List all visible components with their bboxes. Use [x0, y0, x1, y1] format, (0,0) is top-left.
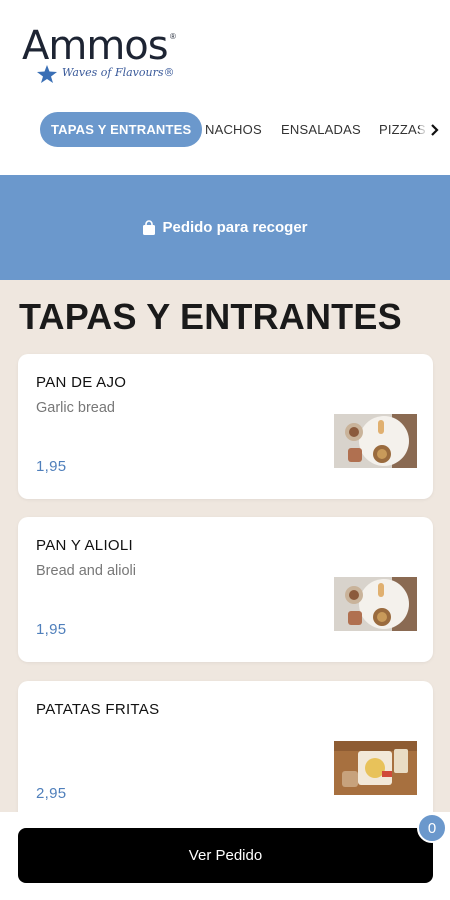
logo-wordmark: Ammos	[22, 23, 169, 69]
starfish-icon	[37, 65, 57, 83]
pickup-label: Pedido para recoger	[162, 219, 308, 236]
bottom-bar: Ver Pedido	[0, 812, 450, 900]
item-photo	[334, 577, 417, 631]
item-name: PAN DE AJO	[36, 374, 127, 391]
tab-nachos[interactable]: NACHOS	[205, 112, 262, 147]
tabs-scroll-right-button[interactable]	[420, 112, 450, 147]
shopping-bag-icon	[143, 219, 156, 235]
header: Ammos ® Waves of Flavours®	[0, 0, 450, 175]
chevron-right-icon	[431, 123, 439, 136]
item-name: PAN Y ALIOLI	[36, 537, 133, 554]
item-description: Garlic bread	[36, 400, 115, 416]
item-price: 1,95	[36, 621, 67, 638]
tab-tapas-y-entrantes[interactable]: TAPAS Y ENTRANTES	[40, 112, 203, 147]
cart-count-badge: 0	[417, 813, 447, 843]
view-order-button[interactable]: Ver Pedido	[18, 828, 433, 883]
item-photo	[334, 741, 417, 795]
item-photo	[334, 414, 417, 468]
pickup-order-banner[interactable]: Pedido para recoger	[0, 175, 450, 280]
menu-item-card[interactable]: PATATAS FRITAS 2,95	[18, 681, 433, 826]
item-name: PATATAS FRITAS	[36, 701, 160, 718]
item-description: Bread and alioli	[36, 563, 136, 579]
ammos-logo[interactable]: Ammos ® Waves of Flavours®	[22, 24, 182, 86]
tab-ensaladas[interactable]: ENSALADAS	[281, 112, 361, 147]
menu-item-card[interactable]: PAN DE AJO Garlic bread 1,95	[18, 354, 433, 499]
category-tabs: TAPAS Y ENTRANTES NACHOS ENSALADAS PIZZA…	[0, 112, 450, 148]
logo-tagline: Waves of Flavours®	[62, 66, 175, 79]
logo-registered-mark: ®	[170, 32, 176, 41]
tab-pizzas[interactable]: PIZZAS	[379, 112, 426, 147]
item-price: 2,95	[36, 785, 67, 802]
item-price: 1,95	[36, 458, 67, 475]
section-title: TAPAS Y ENTRANTES	[19, 296, 402, 337]
menu-item-card[interactable]: PAN Y ALIOLI Bread and alioli 1,95	[18, 517, 433, 662]
